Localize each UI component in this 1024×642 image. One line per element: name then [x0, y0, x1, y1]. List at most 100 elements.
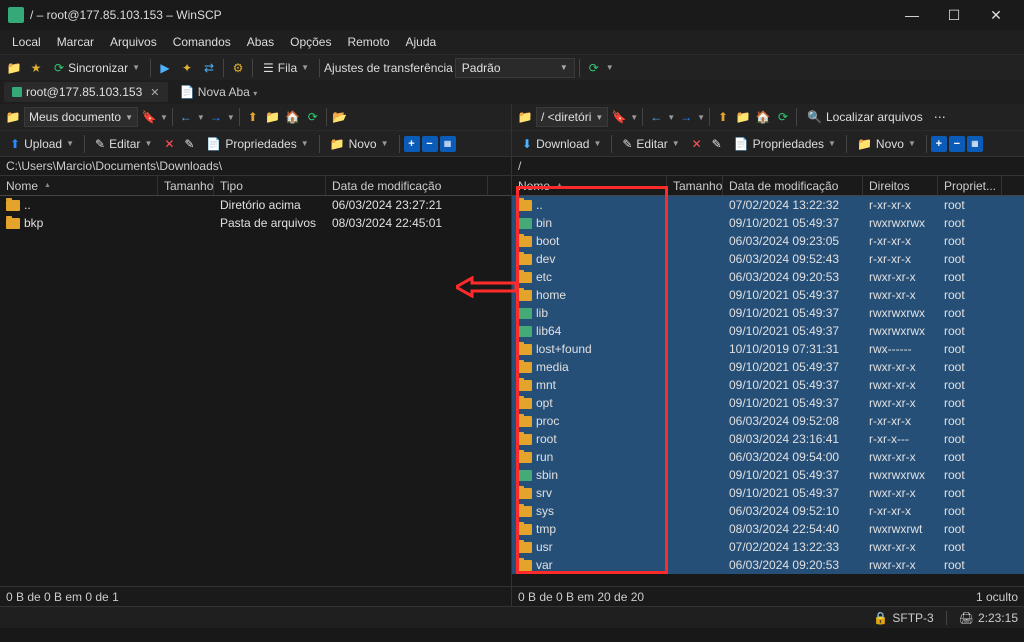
delete-icon[interactable]: ✕	[160, 135, 178, 153]
menu-ajuda[interactable]: Ajuda	[398, 32, 445, 52]
remote-delete-icon[interactable]: ✕	[688, 135, 706, 153]
sync-button[interactable]: ⟳ Sincronizar ▼	[48, 59, 146, 77]
select-plus-icon[interactable]: +	[404, 136, 420, 152]
table-row[interactable]: lib09/10/2021 05:49:37rwxrwxrwxroot	[512, 304, 1024, 322]
remote-edit-button[interactable]: ✎ Editar ▼	[616, 135, 685, 153]
table-row[interactable]: bkpPasta de arquivos08/03/2024 22:45:01	[0, 214, 511, 232]
remote-forward-icon[interactable]: →	[677, 108, 695, 126]
remote-file-list[interactable]: ..07/02/2024 13:22:32r-xr-xr-xrootbin09/…	[512, 196, 1024, 586]
table-row[interactable]: media09/10/2021 05:49:37rwxr-xr-xroot	[512, 358, 1024, 376]
rcol-own[interactable]: Propriet...	[938, 176, 1002, 195]
table-row[interactable]: boot06/03/2024 09:23:05r-xr-xr-xroot	[512, 232, 1024, 250]
up-icon[interactable]: ⬆	[244, 108, 262, 126]
remote-new-button[interactable]: 📁 Novo ▼	[851, 135, 922, 153]
local-drive-icon[interactable]: 📁	[4, 108, 22, 126]
table-row[interactable]: bin09/10/2021 05:49:37rwxrwxrwxroot	[512, 214, 1024, 232]
queue-button[interactable]: ☰ Fila ▼	[257, 59, 315, 77]
table-row[interactable]: srv09/10/2021 05:49:37rwxr-xr-xroot	[512, 484, 1024, 502]
table-row[interactable]: root08/03/2024 23:16:41r-xr-x---root	[512, 430, 1024, 448]
table-row[interactable]: dev06/03/2024 09:52:43r-xr-xr-xroot	[512, 250, 1024, 268]
refresh-icon[interactable]: ⟳	[584, 58, 604, 78]
back-icon[interactable]: ←	[177, 108, 195, 126]
table-row[interactable]: run06/03/2024 09:54:00rwxr-xr-xroot	[512, 448, 1024, 466]
upload-button[interactable]: ⬆ Upload ▼	[4, 135, 80, 153]
rcol-size[interactable]: Tamanho	[667, 176, 723, 195]
maximize-button[interactable]: ☐	[934, 1, 974, 29]
remote-back-icon[interactable]: ←	[647, 108, 665, 126]
remote-select-minus-icon[interactable]: −	[949, 136, 965, 152]
open-icon[interactable]: 📁	[4, 58, 24, 78]
remote-rename-icon[interactable]: ✎	[708, 135, 726, 153]
more-icon[interactable]: ⋯	[931, 108, 949, 126]
local-file-list[interactable]: ..Diretório acima06/03/2024 23:27:21bkpP…	[0, 196, 511, 586]
remote-select-all-icon[interactable]: ▦	[967, 136, 983, 152]
rcol-date[interactable]: Data de modificação	[723, 176, 863, 195]
tab-session[interactable]: root@177.85.103.153 ✕	[4, 82, 168, 102]
browse-icon[interactable]: ▶	[155, 58, 175, 78]
col-name[interactable]: Nome	[0, 176, 158, 195]
favorites-icon[interactable]: ★	[26, 58, 46, 78]
tab-close-icon[interactable]: ✕	[150, 86, 159, 99]
table-row[interactable]: sbin09/10/2021 05:49:37rwxrwxrwxroot	[512, 466, 1024, 484]
table-row[interactable]: etc06/03/2024 09:20:53rwxr-xr-xroot	[512, 268, 1024, 286]
menu-remoto[interactable]: Remoto	[339, 32, 397, 52]
remote-root-icon[interactable]: 📁	[734, 108, 752, 126]
table-row[interactable]: mnt09/10/2021 05:49:37rwxr-xr-xroot	[512, 376, 1024, 394]
menu-opcoes[interactable]: Opções	[282, 32, 339, 52]
table-row[interactable]: var06/03/2024 09:20:53rwxr-xr-xroot	[512, 556, 1024, 574]
col-date[interactable]: Data de modificação	[326, 176, 488, 195]
refresh-local-icon[interactable]: ⟳	[304, 108, 322, 126]
edit-button[interactable]: ✎ Editar ▼	[89, 135, 158, 153]
new-tab-button[interactable]: 📄 Nova Aba ▾	[172, 82, 266, 102]
select-minus-icon[interactable]: −	[422, 136, 438, 152]
properties-button[interactable]: 📄 Propriedades ▼	[200, 135, 314, 153]
select-all-icon[interactable]: ▦	[440, 136, 456, 152]
remote-refresh-icon[interactable]: ⟳	[774, 108, 792, 126]
col-size[interactable]: Tamanho	[158, 176, 214, 195]
menu-marcar[interactable]: Marcar	[49, 32, 102, 52]
table-row[interactable]: tmp08/03/2024 22:54:40rwxrwxrwtroot	[512, 520, 1024, 538]
table-row[interactable]: lost+found10/10/2019 07:31:31rwx------ro…	[512, 340, 1024, 358]
col-type[interactable]: Tipo	[214, 176, 326, 195]
table-row[interactable]: proc06/03/2024 09:52:08r-xr-xr-xroot	[512, 412, 1024, 430]
table-row[interactable]: usr07/02/2024 13:22:33rwxr-xr-xroot	[512, 538, 1024, 556]
menu-arquivos[interactable]: Arquivos	[102, 32, 165, 52]
download-button[interactable]: ⬇ Download ▼	[516, 135, 607, 153]
bookmark-icon[interactable]: 🔖	[140, 108, 158, 126]
menu-comandos[interactable]: Comandos	[165, 32, 239, 52]
remote-properties-button[interactable]: 📄 Propriedades ▼	[728, 135, 842, 153]
rcol-perm[interactable]: Direitos	[863, 176, 938, 195]
menu-local[interactable]: Local	[4, 32, 49, 52]
remote-dir-selector[interactable]: / <diretóri ▼	[536, 107, 608, 127]
remote-up-icon[interactable]: ⬆	[714, 108, 732, 126]
gear-icon[interactable]: ⚙	[228, 58, 248, 78]
root-icon[interactable]: 📁	[264, 108, 282, 126]
star-icon[interactable]: ✦	[177, 58, 197, 78]
remote-bookmark-icon[interactable]: 🔖	[610, 108, 628, 126]
rcol-name[interactable]: Nome	[512, 176, 667, 195]
find-files-button[interactable]: 🔍 Localizar arquivos	[801, 108, 929, 126]
lock-icon[interactable]: 🔒	[873, 611, 888, 625]
remote-home-icon[interactable]: 🏠	[754, 108, 772, 126]
remote-drive-icon[interactable]: 📁	[516, 108, 534, 126]
table-row[interactable]: home09/10/2021 05:49:37rwxr-xr-xroot	[512, 286, 1024, 304]
explorer-icon[interactable]: 📂	[331, 108, 349, 126]
new-button[interactable]: 📁 Novo ▼	[324, 135, 395, 153]
table-row[interactable]: ..07/02/2024 13:22:32r-xr-xr-xroot	[512, 196, 1024, 214]
table-row[interactable]: lib6409/10/2021 05:49:37rwxrwxrwxroot	[512, 322, 1024, 340]
compare-icon[interactable]: ⇄	[199, 58, 219, 78]
table-row[interactable]: ..Diretório acima06/03/2024 23:27:21	[0, 196, 511, 214]
minimize-button[interactable]: —	[892, 1, 932, 29]
table-row[interactable]: sys06/03/2024 09:52:10r-xr-xr-xroot	[512, 502, 1024, 520]
forward-icon[interactable]: →	[207, 108, 225, 126]
menu-abas[interactable]: Abas	[239, 32, 282, 52]
remote-select-plus-icon[interactable]: +	[931, 136, 947, 152]
home-icon[interactable]: 🏠	[284, 108, 302, 126]
transfer-dropdown[interactable]: Padrão ▼	[455, 58, 575, 78]
local-dir-selector[interactable]: Meus documento ▼	[24, 107, 138, 127]
remote-path[interactable]: /	[512, 156, 1024, 176]
table-row[interactable]: opt09/10/2021 05:49:37rwxr-xr-xroot	[512, 394, 1024, 412]
local-path[interactable]: C:\Users\Marcio\Documents\Downloads\	[0, 156, 511, 176]
close-button[interactable]: ✕	[976, 1, 1016, 29]
rename-icon[interactable]: ✎	[180, 135, 198, 153]
